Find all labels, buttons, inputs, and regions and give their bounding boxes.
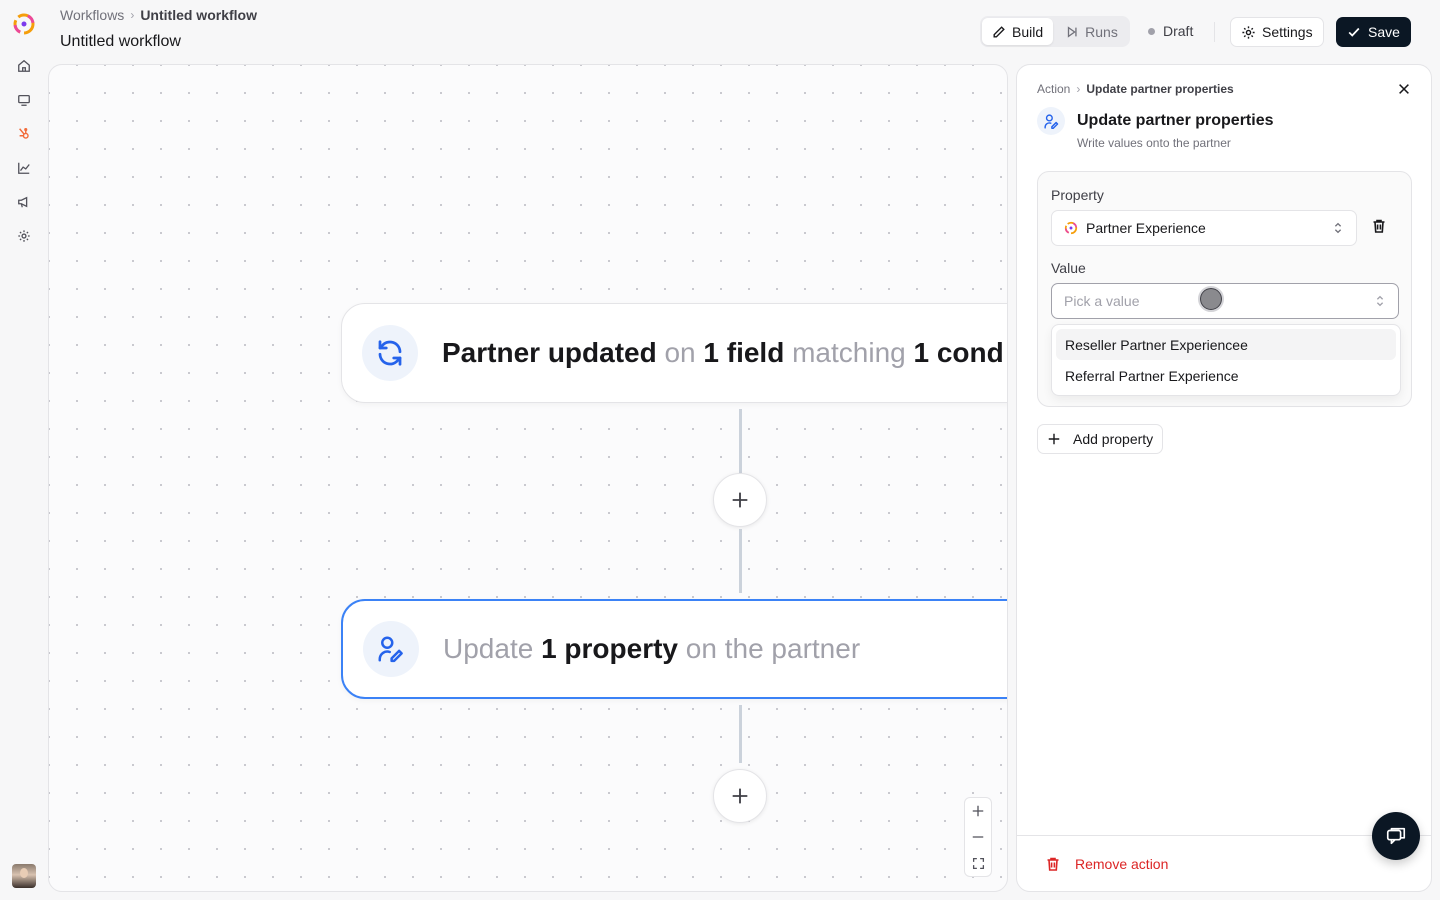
panel-title: Update partner properties <box>1077 112 1274 129</box>
value-option[interactable]: Reseller Partner Experiencee <box>1056 329 1396 360</box>
plus-icon <box>732 492 748 508</box>
breadcrumb-workflows[interactable]: Workflows <box>60 7 124 23</box>
status-label: Draft <box>1163 23 1194 39</box>
remove-action-button[interactable]: Remove action <box>1017 835 1431 891</box>
refresh-icon <box>362 325 418 381</box>
zoom-controls <box>964 797 992 877</box>
plus-icon <box>1048 433 1060 445</box>
add-step-button[interactable] <box>713 473 767 527</box>
trigger-field-count: 1 field <box>703 337 785 368</box>
status-badge: Draft <box>1148 23 1193 39</box>
status-dot-icon <box>1148 27 1155 35</box>
action-panel: Action › Update partner properties Updat… <box>1016 64 1432 892</box>
breadcrumb: Workflows › Untitled workflow <box>60 7 257 23</box>
settings-label: Settings <box>1262 24 1313 40</box>
plus-icon <box>732 788 748 804</box>
value-option[interactable]: Referral Partner Experience <box>1056 360 1396 391</box>
left-rail <box>0 0 48 900</box>
trigger-connector: matching <box>784 337 914 368</box>
value-select-placeholder: Pick a value <box>1064 293 1140 309</box>
connector-line <box>739 409 742 473</box>
chart-icon[interactable] <box>8 152 40 184</box>
trigger-connector: on <box>656 337 704 368</box>
trigger-node[interactable]: Partner updated on 1 field matching 1 co… <box>341 303 1007 403</box>
tab-build-label: Build <box>1012 23 1044 40</box>
tab-runs-label: Runs <box>1085 23 1118 40</box>
view-toggle: Build Runs <box>980 16 1130 47</box>
check-icon <box>1348 27 1360 37</box>
action-text: Update 1 property on the partner <box>443 635 860 663</box>
cursor-indicator <box>1198 286 1224 312</box>
avatar[interactable] <box>12 864 36 888</box>
value-label: Value <box>1051 260 1086 276</box>
user-edit-icon <box>363 621 419 677</box>
panel-breadcrumb: Action › Update partner properties <box>1037 82 1234 96</box>
action-verb: Update <box>443 633 542 664</box>
add-property-button[interactable]: Add property <box>1037 424 1164 454</box>
action-node[interactable]: Update 1 property on the partner <box>341 599 1007 699</box>
pencil-icon <box>993 25 1005 38</box>
panel-breadcrumb-current: Update partner properties <box>1086 82 1234 96</box>
save-button[interactable]: Save <box>1336 17 1411 47</box>
panel-breadcrumb-root[interactable]: Action <box>1037 82 1070 96</box>
chevron-right-icon: › <box>1076 82 1081 96</box>
chevron-updown-icon <box>1334 222 1342 234</box>
app-logo-icon <box>1064 221 1078 235</box>
gear-icon[interactable] <box>8 220 40 252</box>
megaphone-icon[interactable] <box>8 186 40 218</box>
add-step-button[interactable] <box>713 769 767 823</box>
chat-icon <box>1386 827 1406 845</box>
delete-property-button[interactable] <box>1371 218 1387 239</box>
action-target: on the partner <box>678 633 861 664</box>
property-select-value: Partner Experience <box>1086 220 1206 236</box>
home-icon[interactable] <box>8 50 40 82</box>
value-options-menu: Reseller Partner Experiencee Referral Pa… <box>1051 324 1401 396</box>
trigger-event: Partner updated <box>442 337 657 368</box>
add-property-label: Add property <box>1073 431 1154 447</box>
trash-icon <box>1047 857 1059 871</box>
connector-line <box>739 529 742 593</box>
divider <box>1214 22 1215 42</box>
app-logo[interactable] <box>12 12 36 36</box>
settings-button[interactable]: Settings <box>1230 17 1324 47</box>
top-header: Workflows › Untitled workflow Untitled w… <box>48 0 1440 64</box>
trigger-text: Partner updated on 1 field matching 1 co… <box>442 339 1004 367</box>
monitor-icon[interactable] <box>8 84 40 116</box>
page-title: Untitled workflow <box>60 33 181 50</box>
property-select[interactable]: Partner Experience <box>1051 210 1357 246</box>
trigger-condition-count: 1 cond <box>913 337 1004 368</box>
chat-button[interactable] <box>1372 812 1420 860</box>
chevron-updown-icon <box>1376 295 1384 307</box>
tab-runs[interactable]: Runs <box>1055 18 1128 45</box>
hubspot-icon[interactable] <box>8 118 40 150</box>
action-property-count: 1 property <box>541 633 679 664</box>
fit-view-icon[interactable] <box>972 857 985 870</box>
value-select[interactable]: Pick a value <box>1051 283 1399 319</box>
property-label: Property <box>1051 187 1104 203</box>
remove-action-label: Remove action <box>1075 855 1169 872</box>
connector-line <box>739 705 742 763</box>
tab-build[interactable]: Build <box>982 18 1054 45</box>
zoom-out-icon[interactable] <box>971 830 985 844</box>
chevron-right-icon: › <box>130 8 135 22</box>
breadcrumb-current: Untitled workflow <box>140 7 257 23</box>
property-card: Property Partner Experience Value Pick a… <box>1037 171 1412 407</box>
gear-icon <box>1242 25 1255 39</box>
close-icon[interactable] <box>1397 82 1411 101</box>
user-edit-icon <box>1037 107 1065 135</box>
panel-subtitle: Write values onto the partner <box>1077 136 1231 150</box>
trash-icon <box>1373 219 1385 233</box>
workflow-canvas[interactable]: Partner updated on 1 field matching 1 co… <box>48 64 1008 892</box>
save-label: Save <box>1368 24 1400 40</box>
zoom-in-icon[interactable] <box>971 804 985 818</box>
play-skip-icon <box>1067 25 1077 38</box>
